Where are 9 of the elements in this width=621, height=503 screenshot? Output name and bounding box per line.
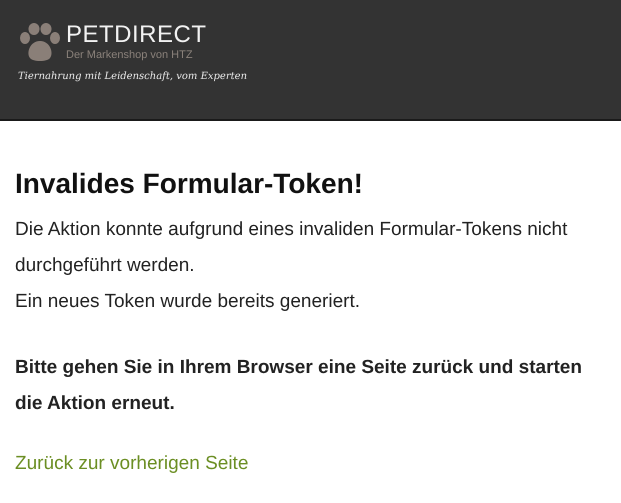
notice-text: Bitte gehen Sie in Ihrem Browser eine Seite zurück und starten die Aktion erneut. xyxy=(15,356,583,416)
slogan: Tiernahrung mit Leidenschaft, vom Experten xyxy=(18,70,248,84)
back-link[interactable]: Zurück zur vorherigen Seite xyxy=(15,446,248,482)
brand-subtitle: Der Markenshop von HTZ xyxy=(66,48,194,62)
paw-icon xyxy=(18,23,62,63)
message-text: Die Aktion konnte aufgrund eines invaliden Formular-Tokens nicht durchgeführt werden. xyxy=(15,218,568,278)
message-text: Ein neues Token wurde bereits generiert. xyxy=(15,290,362,314)
brand-name: PETDIRECT xyxy=(66,22,207,48)
page-heading: Invalides Formular-Token! xyxy=(15,167,363,201)
